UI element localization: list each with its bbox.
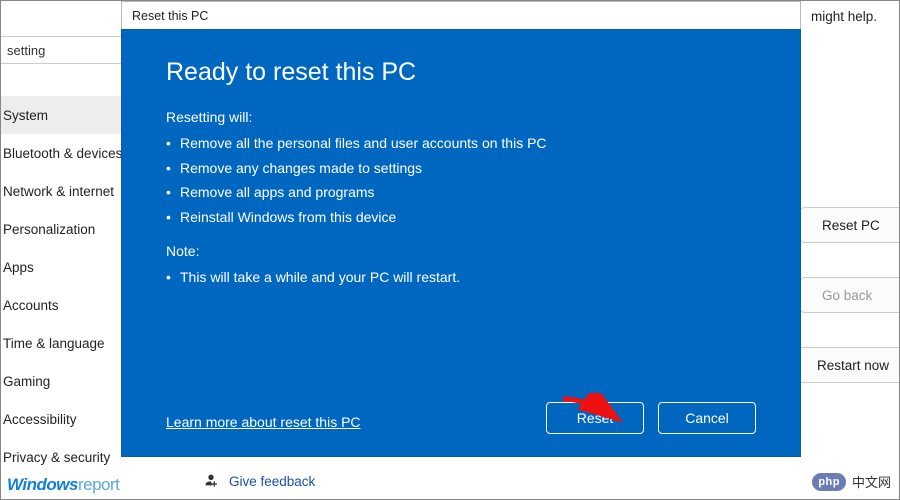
go-back-button[interactable]: Go back bbox=[799, 277, 899, 313]
bg-hint-text: might help. bbox=[811, 9, 877, 24]
reset-pc-modal: Ready to reset this PC Resetting will: R… bbox=[121, 29, 801, 457]
sidebar-item-system[interactable]: System bbox=[1, 96, 141, 134]
search-input[interactable] bbox=[1, 36, 136, 64]
modal-titlebar-text: Reset this PC bbox=[132, 9, 208, 23]
modal-button-row: Reset Cancel bbox=[546, 402, 756, 434]
sidebar-item-gaming[interactable]: Gaming bbox=[1, 362, 141, 400]
reset-pc-button[interactable]: Reset PC bbox=[799, 207, 899, 243]
resetting-bullet-list: Remove all the personal files and user a… bbox=[166, 131, 756, 229]
modal-heading: Ready to reset this PC bbox=[166, 58, 756, 87]
sidebar-item-time-language[interactable]: Time & language bbox=[1, 324, 141, 362]
sidebar-item-accounts[interactable]: Accounts bbox=[1, 286, 141, 324]
sidebar-item-bluetooth-devices[interactable]: Bluetooth & devices bbox=[1, 134, 141, 172]
reset-button[interactable]: Reset bbox=[546, 402, 644, 434]
give-feedback-link[interactable]: Give feedback bbox=[203, 472, 315, 491]
restart-now-button[interactable]: Restart now bbox=[794, 347, 899, 383]
resetting-will-label: Resetting will: bbox=[166, 109, 756, 125]
sidebar-item-privacy-security[interactable]: Privacy & security bbox=[1, 438, 141, 476]
list-item: Remove all the personal files and user a… bbox=[166, 131, 756, 156]
settings-sidebar: SystemBluetooth & devicesNetwork & inter… bbox=[1, 96, 141, 476]
sidebar-item-apps[interactable]: Apps bbox=[1, 248, 141, 286]
cancel-button[interactable]: Cancel bbox=[658, 402, 756, 434]
feedback-icon bbox=[203, 472, 219, 491]
list-item: Reinstall Windows from this device bbox=[166, 205, 756, 230]
settings-window: might help. SystemBluetooth & devicesNet… bbox=[0, 0, 900, 500]
sidebar-item-network-internet[interactable]: Network & internet bbox=[1, 172, 141, 210]
list-item: Remove all apps and programs bbox=[166, 180, 756, 205]
note-bullet-list: This will take a while and your PC will … bbox=[166, 265, 756, 290]
note-label: Note: bbox=[166, 243, 756, 259]
watermark-windowsreport: Windowsreport bbox=[7, 475, 119, 495]
list-item: Remove any changes made to settings bbox=[166, 156, 756, 181]
sidebar-item-accessibility[interactable]: Accessibility bbox=[1, 400, 141, 438]
list-item: This will take a while and your PC will … bbox=[166, 265, 756, 290]
watermark-php-cn: php 中文网 bbox=[812, 472, 891, 491]
feedback-label: Give feedback bbox=[229, 474, 315, 489]
sidebar-item-personalization[interactable]: Personalization bbox=[1, 210, 141, 248]
modal-titlebar: Reset this PC bbox=[121, 1, 801, 29]
learn-more-link[interactable]: Learn more about reset this PC bbox=[166, 414, 361, 430]
